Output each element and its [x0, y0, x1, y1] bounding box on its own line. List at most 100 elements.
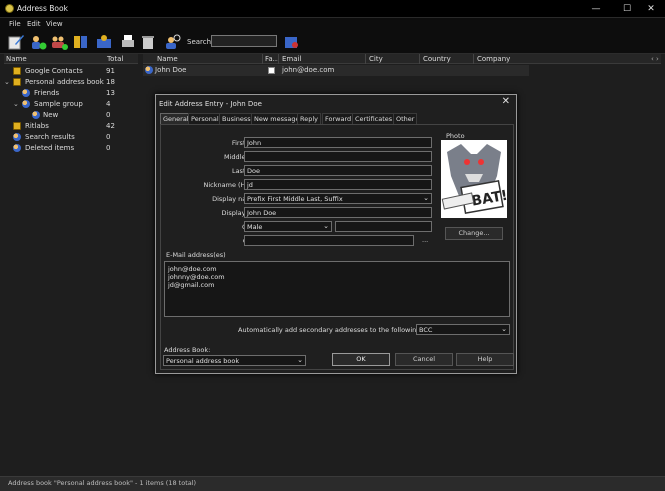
tree-item-ritlabs[interactable]: Ritlabs 42 [4, 121, 138, 132]
group-icon [32, 111, 40, 119]
change-photo-button[interactable]: Change... [445, 227, 503, 240]
table-row[interactable]: John Doe john@doe.com [143, 65, 529, 76]
chevron-down-icon[interactable]: ⌄ [13, 100, 19, 108]
menu-file[interactable]: File [9, 20, 21, 28]
contacts-grid-header: Name Fa... Email City Country Company ‹ … [143, 54, 661, 64]
ok-button[interactable]: OK [332, 353, 390, 366]
search-input[interactable] [211, 35, 277, 47]
help-button[interactable]: Help [456, 353, 514, 366]
scroll-arrows-icon[interactable]: ‹ › [651, 55, 659, 63]
tree-item-total: 0 [106, 111, 111, 119]
auto-add-value: BCC [419, 326, 433, 334]
group-icon [22, 89, 30, 97]
tab-forward[interactable]: Forward [322, 113, 355, 124]
address-book-value: Personal address book [166, 357, 240, 365]
tab-business[interactable]: Business [219, 113, 254, 124]
minimize-button[interactable]: — [581, 0, 611, 18]
tree-item-deleted-items[interactable]: Deleted items 0 [4, 143, 138, 154]
auto-add-select[interactable]: BCC ⌄ [416, 324, 510, 335]
chevron-down-icon: ⌄ [501, 325, 507, 333]
menu-bar [0, 18, 665, 30]
display-name-as-select[interactable]: Prefix First Middle Last, Suffix ⌄ [244, 193, 432, 204]
group-icon [22, 100, 30, 108]
dialog-close-icon[interactable]: ✕ [502, 96, 510, 107]
address-book-icon [13, 78, 21, 86]
contact-photo: BAT! [441, 140, 507, 218]
email-addresses-label: E-Mail address(es) [166, 251, 226, 259]
new-contact-icon[interactable] [29, 33, 47, 51]
email-addresses-list[interactable]: john@doe.com johnny@doe.com jd@gmail.com [164, 261, 510, 317]
tree-item-personal-address-book[interactable]: ⌄ Personal address book 18 [4, 77, 138, 88]
tree-item-total: 91 [106, 67, 115, 75]
tab-other[interactable]: Other [393, 113, 418, 124]
import-icon[interactable] [95, 33, 113, 51]
delete-icon[interactable] [139, 33, 157, 51]
chevron-down-icon: ⌄ [323, 222, 329, 230]
address-book-icon [13, 122, 21, 130]
menu-view[interactable]: View [46, 20, 63, 28]
tree-item-search-results[interactable]: Search results 0 [4, 132, 138, 143]
tab-reply[interactable]: Reply [297, 113, 322, 124]
chevron-down-icon[interactable]: ⌄ [4, 78, 10, 86]
tree-item-label: Friends [34, 89, 60, 97]
groups-field[interactable] [244, 235, 414, 246]
auto-add-label: Automatically add secondary addresses to… [238, 326, 439, 334]
find-contact-icon[interactable] [163, 33, 181, 51]
deleted-items-icon [13, 144, 21, 152]
tree-item-google-contacts[interactable]: Google Contacts 91 [4, 66, 138, 77]
window-title: Address Book [17, 4, 68, 13]
first-name-field[interactable]: John [244, 137, 432, 148]
groups-browse-button[interactable]: ... [422, 236, 428, 244]
middle-name-field[interactable] [244, 151, 432, 162]
gender-value: Male [247, 223, 263, 231]
search-results-icon [13, 133, 21, 141]
tree-item-new[interactable]: New 0 [4, 110, 138, 121]
new-group-icon[interactable] [50, 33, 68, 51]
menu-edit[interactable]: Edit [27, 20, 41, 28]
tree-item-sample-group[interactable]: ⌄ Sample group 4 [4, 99, 138, 110]
tree-item-total: 13 [106, 89, 115, 97]
tab-general[interactable]: General [160, 113, 192, 124]
gender-select[interactable]: Male ⌄ [244, 221, 332, 232]
nickname-field[interactable]: jd [244, 179, 432, 190]
email-address-item[interactable]: john@doe.com [168, 265, 506, 273]
column-header-email[interactable]: Email [282, 55, 301, 63]
gender-extra-field[interactable] [335, 221, 432, 232]
tree-item-label: New [43, 111, 59, 119]
email-address-item[interactable]: jd@gmail.com [168, 281, 506, 289]
tree-item-total: 4 [106, 100, 111, 108]
chevron-down-icon: ⌄ [297, 356, 303, 364]
close-window-button[interactable]: ✕ [636, 0, 665, 18]
edit-entry-icon[interactable] [7, 33, 25, 51]
tab-certificates[interactable]: Certificates [352, 113, 396, 124]
tree-item-friends[interactable]: Friends 13 [4, 88, 138, 99]
address-book-select[interactable]: Personal address book ⌄ [163, 355, 306, 366]
email-address-item[interactable]: johnny@doe.com [168, 273, 506, 281]
print-icon[interactable] [119, 33, 137, 51]
cancel-button[interactable]: Cancel [395, 353, 453, 366]
column-header-name[interactable]: Name [157, 55, 178, 63]
address-book-label: Address Book: [164, 346, 211, 354]
tree-item-total: 0 [106, 144, 111, 152]
tab-personal[interactable]: Personal [188, 113, 222, 124]
column-header-country[interactable]: Country [423, 55, 451, 63]
search-label: Search: [187, 38, 214, 46]
tab-new-message[interactable]: New message [251, 113, 303, 124]
column-header-city[interactable]: City [369, 55, 383, 63]
advanced-search-icon[interactable] [283, 33, 301, 51]
favorite-checkbox[interactable] [268, 67, 275, 74]
tree-header-name[interactable]: Name [6, 55, 27, 63]
contact-name: John Doe [155, 66, 187, 74]
status-text: Address book "Personal address book" - 1… [8, 479, 197, 487]
column-header-company[interactable]: Company [477, 55, 510, 63]
tree-item-total: 42 [106, 122, 115, 130]
last-name-field[interactable]: Doe [244, 165, 432, 176]
tree-header-total[interactable]: Total [107, 55, 123, 63]
title-bar [0, 0, 665, 18]
tree-item-label: Sample group [34, 100, 83, 108]
tree-item-total: 0 [106, 133, 111, 141]
address-book-app-icon [5, 4, 14, 13]
properties-icon[interactable] [72, 33, 90, 51]
tree-header: Name Total [4, 54, 138, 64]
display-name-field[interactable]: John Doe [244, 207, 432, 218]
